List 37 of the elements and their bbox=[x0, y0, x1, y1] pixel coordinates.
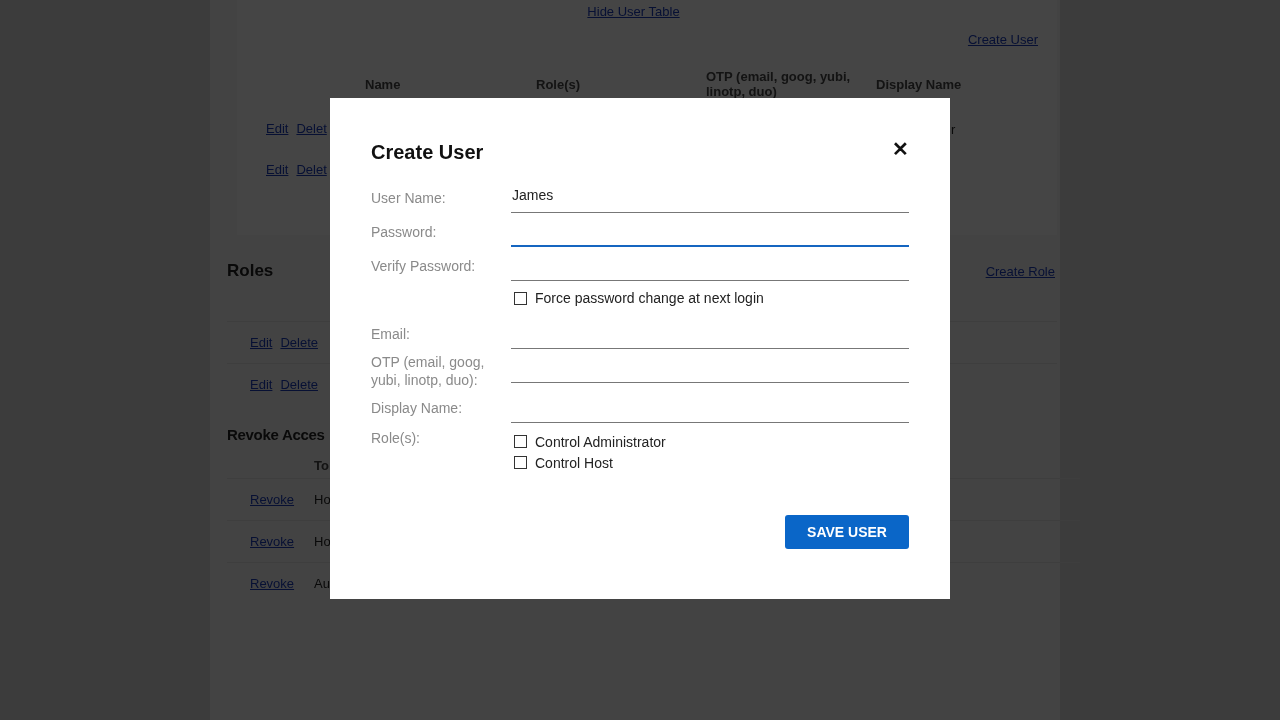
checkbox-label: Control Host bbox=[535, 454, 613, 471]
close-button[interactable]: ✕ bbox=[892, 139, 909, 165]
create-user-link[interactable]: Create User bbox=[967, 32, 1038, 47]
section-heading: Roles bbox=[227, 261, 274, 281]
checkbox-label: Force password change at next login bbox=[535, 290, 764, 306]
field-label: Display Name: bbox=[371, 399, 464, 417]
checkbox[interactable] bbox=[514, 435, 527, 448]
field-label: Role(s): bbox=[371, 429, 421, 447]
input-field[interactable]: James bbox=[511, 179, 909, 213]
row-action-link[interactable]: Edit bbox=[266, 121, 289, 136]
section-heading: Revoke Acces bbox=[227, 425, 325, 443]
hide-user-table-link[interactable]: Hide User Table bbox=[587, 4, 680, 19]
field-label: Password: bbox=[371, 223, 438, 241]
row-action-link[interactable]: Edit bbox=[250, 335, 273, 350]
revoke-link[interactable]: Revoke bbox=[250, 534, 295, 549]
checkbox[interactable] bbox=[514, 456, 527, 469]
row-action-link[interactable]: Edit bbox=[266, 162, 289, 177]
field-label: Verify Password: bbox=[371, 257, 477, 275]
table-cell: Ho bbox=[314, 492, 331, 507]
checkbox[interactable] bbox=[514, 291, 527, 305]
dialog-title: Create User bbox=[371, 140, 484, 164]
table-cell: Au bbox=[314, 576, 330, 591]
row-action-link[interactable]: Delet bbox=[296, 121, 327, 136]
row-action-link[interactable]: Delete bbox=[280, 377, 318, 392]
revoke-link[interactable]: Revoke bbox=[250, 492, 295, 507]
row-action-link[interactable]: Edit bbox=[250, 377, 273, 392]
table-cell: r bbox=[951, 121, 956, 137]
save-user-button[interactable]: SAVE USER bbox=[785, 515, 909, 549]
field-label: User Name: bbox=[371, 189, 447, 207]
field-label: OTP (email, goog, yubi, linotp, duo): bbox=[371, 353, 486, 389]
field-label: Email: bbox=[371, 325, 411, 343]
table-cell: Ho bbox=[314, 534, 331, 549]
row-action-link[interactable]: Delete bbox=[280, 335, 318, 350]
checkbox-label: Control Administrator bbox=[535, 433, 666, 450]
create-role-link[interactable]: Create Role bbox=[985, 263, 1055, 279]
row-action-link[interactable]: Delet bbox=[296, 162, 327, 177]
revoke-link[interactable]: Revoke bbox=[250, 576, 295, 591]
